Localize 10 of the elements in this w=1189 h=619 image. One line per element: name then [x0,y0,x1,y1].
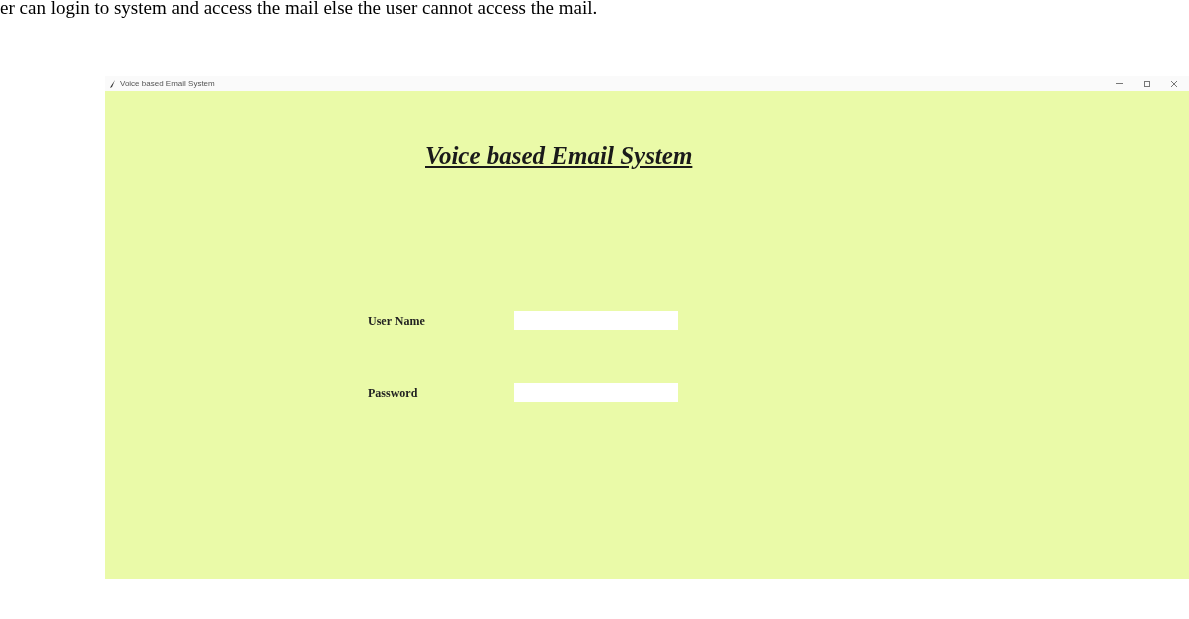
field-label: Password [368,384,419,402]
field-label: User Name [368,312,426,330]
document-text: er can login to system and access the mail else the user cannot access the mail. [0,0,598,19]
close-icon[interactable] [1171,80,1177,87]
input-field[interactable] [514,311,678,330]
input-field[interactable] [514,383,678,402]
maximize-icon[interactable] [1144,80,1150,87]
window-title: Voice based Email System [120,78,215,89]
app-heading: Voice based Email System [425,141,693,171]
minimize-icon[interactable] [1116,80,1123,87]
